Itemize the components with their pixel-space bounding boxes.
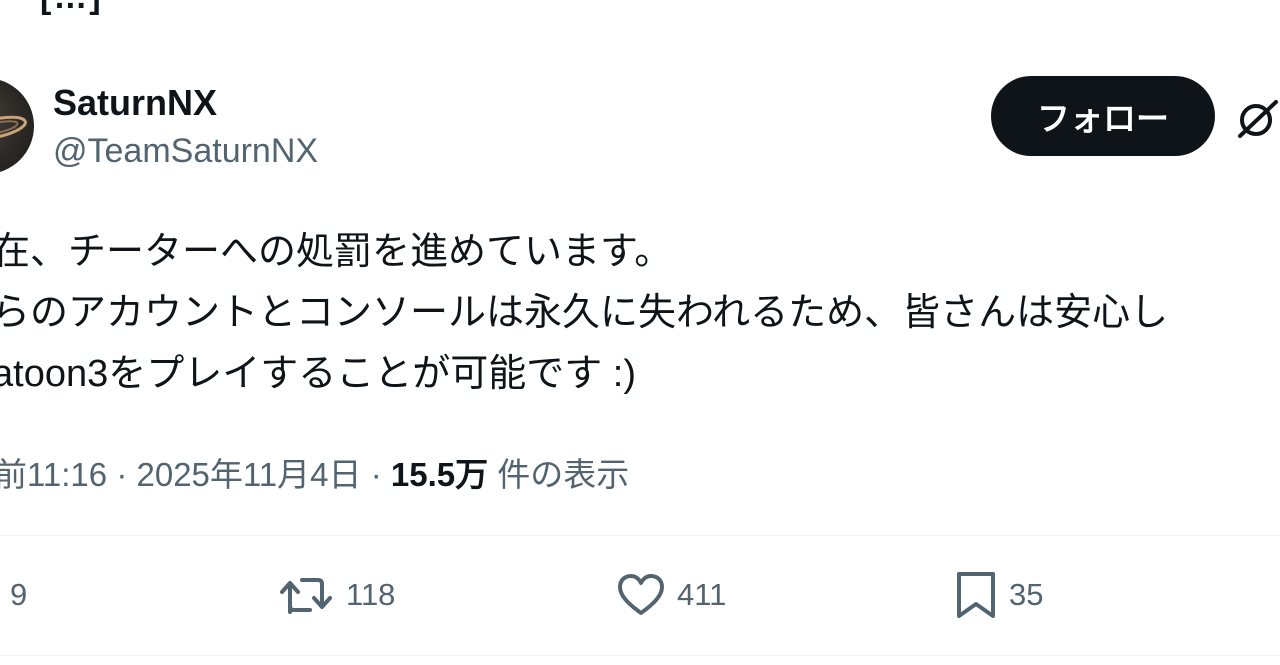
tweet-text-line: らのアカウントとコンソールは永久に失われるため、皆さんは安心し xyxy=(0,292,1169,334)
tweet-text: 在、チーターへの処罰を進めています。 らのアカウントとコンソールは永久に失われる… xyxy=(0,222,1280,405)
author-handle[interactable]: @TeamSaturnNX xyxy=(53,132,318,171)
retweet-button[interactable]: 118 xyxy=(278,566,395,624)
retweet-count: 118 xyxy=(346,577,396,612)
retweet-icon xyxy=(280,578,332,614)
previous-content-fragment: […] xyxy=(40,0,103,17)
author-display-name[interactable]: SaturnNX xyxy=(53,82,217,124)
grok-icon[interactable] xyxy=(1236,96,1280,140)
bookmark-icon xyxy=(957,572,995,618)
tweet-text-line: atoon3をプレイすることが可能です :) xyxy=(0,353,636,395)
divider xyxy=(0,535,1280,536)
tweet-meta: 前11:16 · 2025年11月4日 · 15.5万 件の表示 xyxy=(0,448,629,496)
tweet-time[interactable]: 前11:16 xyxy=(0,456,107,493)
bookmark-count: 35 xyxy=(1009,577,1044,612)
meta-separator: · xyxy=(116,456,128,493)
bookmark-button[interactable]: 35 xyxy=(955,566,1043,624)
views-label: 件の表示 xyxy=(497,456,630,493)
divider xyxy=(0,655,1280,656)
tweet-text-line: 在、チーターへの処罰を進めています。 xyxy=(0,231,673,273)
avatar-image xyxy=(0,115,27,141)
like-count: 411 xyxy=(677,577,727,612)
like-button[interactable]: 411 xyxy=(617,566,726,624)
views-count: 15.5万 xyxy=(390,456,489,493)
heart-icon xyxy=(618,574,664,615)
reply-button[interactable]: 9 xyxy=(10,566,27,624)
reply-count: 9 xyxy=(10,577,28,612)
avatar[interactable] xyxy=(0,78,34,174)
follow-button[interactable]: フォロー xyxy=(991,76,1215,156)
meta-separator: · xyxy=(370,456,382,493)
tweet-date[interactable]: 2025年11月4日 xyxy=(136,456,361,493)
